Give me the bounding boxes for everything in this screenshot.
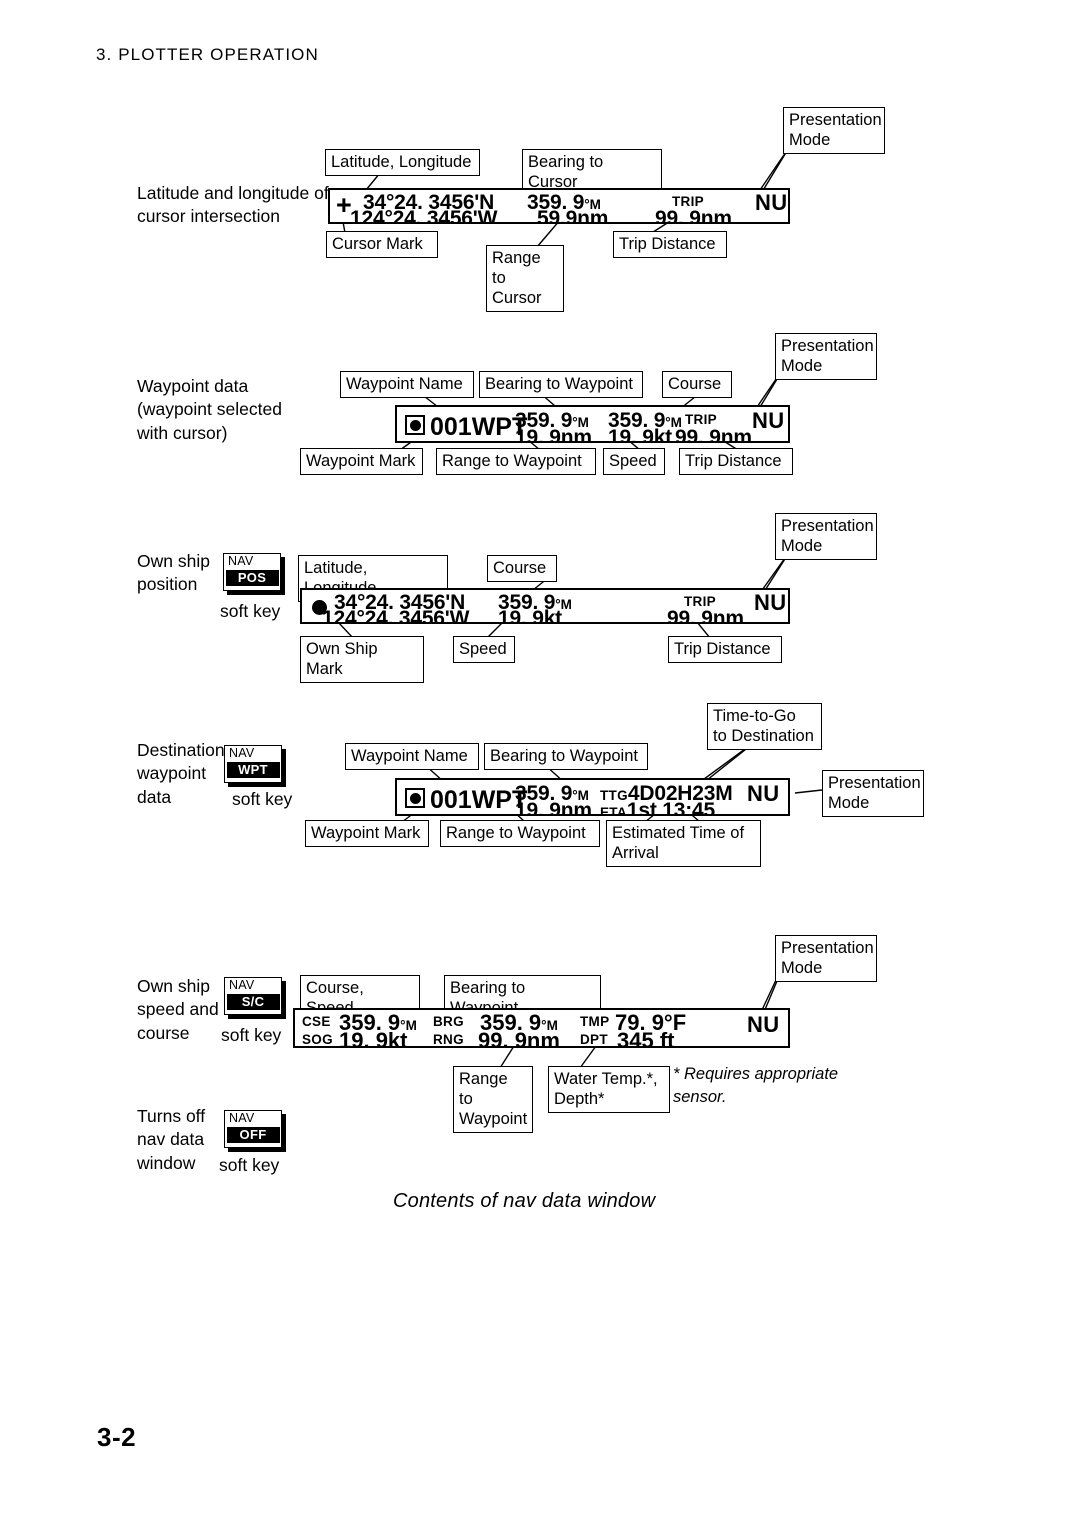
waypoint-name-2: 001WPT: [430, 786, 528, 814]
dpt-label: DPT: [580, 1032, 608, 1047]
waypoint-name-1: 001WPT: [430, 413, 528, 441]
callout-course-2: Course: [487, 555, 557, 583]
softkey-top-label: NAV: [229, 978, 255, 992]
callout-speed-2: Speed: [453, 636, 515, 664]
softkey-inverted-label: POS: [225, 570, 279, 586]
callout-range-to-waypoint-1: Range to Waypoint: [436, 448, 596, 476]
softkey-top-label: NAV: [229, 746, 255, 760]
sog-label: SOG: [302, 1032, 333, 1047]
cursor-trip-distance: 99. 9nm: [655, 207, 732, 224]
presentation-mode-value-4: NU: [747, 781, 780, 806]
callout-range-to-waypoint-3: Range to Waypoint: [453, 1066, 533, 1134]
softkey-caption-sc: soft key: [221, 1025, 282, 1045]
nav-data-window-cursor[interactable]: + 34°24. 3456'N 124°24. 3456'W 359. 9°M …: [328, 188, 790, 224]
cse-label: CSE: [302, 1014, 331, 1029]
softkey-caption-off: soft key: [219, 1155, 280, 1175]
callout-course-1: Course: [662, 371, 732, 399]
nav-data-window-waypoint[interactable]: 001WPT 359. 9°M 19. 9nm 359. 9°M 19. 9kt…: [395, 405, 790, 443]
callout-bearing-to-waypoint-1: Bearing to Waypoint: [479, 371, 643, 399]
callout-cursor-mark: Cursor Mark: [326, 231, 438, 259]
callout-presentation-mode-5: Presentation Mode: [775, 935, 877, 983]
cursor-range: 59.9nm: [537, 207, 609, 224]
callout-trip-distance-3: Trip Distance: [668, 636, 782, 664]
callout-presentation-mode-2: Presentation Mode: [775, 333, 877, 381]
chapter-heading: 3. PLOTTER OPERATION: [96, 45, 319, 64]
manual-page: 3. PLOTTER OPERATION Latitude and longit…: [0, 0, 1080, 1528]
callout-presentation-mode-1: Presentation Mode: [783, 107, 885, 155]
callout-waypoint-name-1: Waypoint Name: [340, 371, 474, 399]
tmp-label: TMP: [580, 1014, 610, 1029]
callout-own-ship-mark: Own Ship Mark: [300, 636, 424, 684]
softkey-caption-wpt: soft key: [232, 789, 293, 809]
callout-waypoint-mark-2: Waypoint Mark: [305, 820, 429, 848]
presentation-mode-value-1: NU: [755, 190, 788, 215]
presentation-mode-value-3: NU: [754, 590, 787, 615]
presentation-mode-value-5: NU: [747, 1012, 780, 1037]
softkey-inverted-label: OFF: [226, 1127, 280, 1143]
description-cursor: Latitude and longitude of cursor interse…: [137, 183, 329, 227]
footnote-sensor: * Requires appropriate sensor.: [673, 1065, 839, 1107]
nav-data-window-own-ship[interactable]: 34°24. 3456'N 124°24. 3456'W 359. 9°M 19…: [300, 588, 790, 624]
sog-value: 19. 9kt: [339, 1028, 408, 1048]
waypoint-speed: 19. 9kt: [608, 426, 672, 443]
page-number: 3-2: [97, 1422, 137, 1452]
callout-time-to-go: Time-to-Go to Destination: [707, 703, 822, 751]
waypoint-range: 19. 9nm: [515, 426, 592, 443]
description-destination-waypoint: Destination waypoint data: [137, 740, 225, 807]
softkey-caption-pos: soft key: [220, 601, 281, 621]
callout-waypoint-name-2: Waypoint Name: [345, 743, 479, 771]
destination-range: 19. 9nm: [515, 799, 592, 816]
own-ship-longitude: 124°24. 3456'W: [322, 607, 470, 624]
callout-water-temp-depth: Water Temp.*, Depth*: [548, 1066, 670, 1114]
callout-bearing-to-waypoint-2: Bearing to Waypoint: [484, 743, 648, 771]
figure-caption: Contents of nav data window: [393, 1190, 656, 1212]
brg-label: BRG: [433, 1014, 464, 1029]
eta-label: ETA: [600, 805, 627, 816]
eta-value: 1st 13:45: [626, 799, 716, 816]
rng-value: 99. 9nm: [478, 1028, 560, 1048]
softkey-inverted-label: S/C: [226, 994, 280, 1010]
cursor-longitude: 124°24. 3456'W: [350, 207, 498, 224]
own-ship-trip-distance: 99. 9nm: [667, 607, 744, 624]
softkey-inverted-label: WPT: [226, 762, 280, 778]
dpt-value: 345 ft: [617, 1028, 675, 1048]
callout-trip-distance-1: Trip Distance: [613, 231, 727, 259]
presentation-mode-value-2: NU: [752, 408, 785, 433]
callout-range-to-cursor: Range to Cursor: [486, 245, 564, 313]
callout-speed-1: Speed: [603, 448, 665, 476]
callout-presentation-mode-3: Presentation Mode: [775, 513, 877, 561]
rng-label: RNG: [433, 1032, 464, 1047]
callout-trip-distance-2: Trip Distance: [679, 448, 793, 476]
nav-data-window-destination[interactable]: 001WPT 359. 9°M 19. 9nm TTG4D02H23M ETA1…: [395, 778, 790, 816]
callout-lat-lon-1: Latitude, Longitude: [325, 149, 480, 177]
description-own-ship-position: Own ship position: [137, 551, 210, 595]
softkey-top-label: NAV: [229, 1111, 255, 1125]
softkey-top-label: NAV: [228, 554, 254, 568]
callout-waypoint-mark-1: Waypoint Mark: [300, 448, 423, 476]
description-nav-off: Turns off nav data window: [137, 1106, 206, 1173]
description-waypoint-cursor: Waypoint data (waypoint selected with cu…: [137, 376, 282, 443]
callout-range-to-waypoint-2: Range to Waypoint: [440, 820, 600, 848]
waypoint-mark-glyph: [405, 415, 425, 435]
callout-estimated-time-of-arrival: Estimated Time of Arrival: [606, 820, 761, 868]
callout-presentation-mode-4: Presentation Mode: [822, 770, 924, 818]
waypoint-trip-distance: 99. 9nm: [675, 426, 752, 443]
nav-data-window-speed-course[interactable]: CSE 359. 9°M SOG 19. 9kt BRG 359. 9°M RN…: [293, 1008, 790, 1048]
own-ship-speed: 19. 9kt: [498, 607, 562, 624]
trip-label-2: TRIP: [685, 412, 717, 427]
waypoint-mark-glyph: [405, 788, 425, 808]
